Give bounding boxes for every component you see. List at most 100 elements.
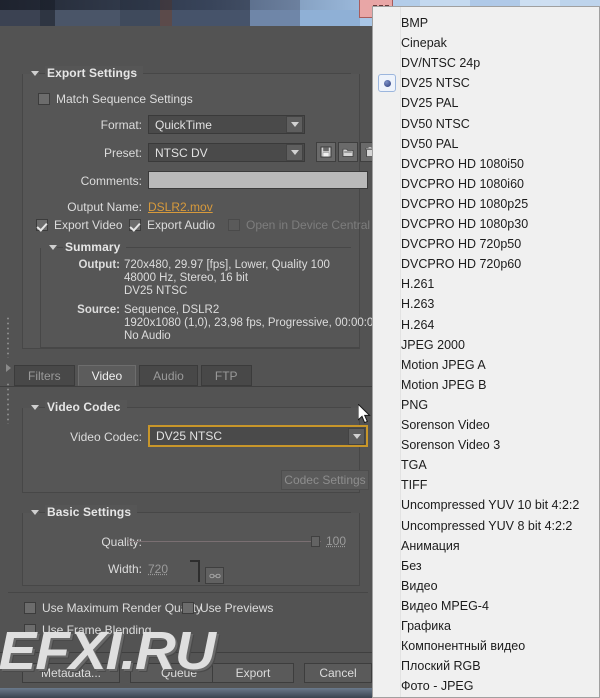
cancel-button[interactable]: Cancel	[304, 663, 372, 683]
disclosure-triangle-icon[interactable]	[31, 404, 39, 410]
video-codec-combo[interactable]: DV25 NTSC	[148, 425, 368, 447]
quality-value[interactable]: 100	[326, 534, 346, 548]
comments-input[interactable]	[148, 171, 368, 189]
codec-option[interactable]: DVCPRO HD 1080i60	[373, 173, 599, 195]
codec-settings-label: Codec Settings	[284, 473, 366, 487]
codec-option[interactable]: DVCPRO HD 720p50	[373, 233, 599, 255]
tab-ftp[interactable]: FTP	[200, 365, 252, 386]
format-label: Format:	[100, 118, 142, 132]
codec-option[interactable]: Графика	[373, 615, 599, 637]
format-chevron-down-icon[interactable]	[286, 116, 303, 133]
codec-option[interactable]: TIFF	[373, 474, 599, 496]
panel-splitter-handle[interactable]	[6, 316, 11, 431]
preset-chevron-down-icon[interactable]	[286, 144, 303, 161]
tab-audio[interactable]: Audio	[139, 365, 198, 386]
checkbox-box	[36, 219, 48, 231]
tab-filters[interactable]: Filters	[14, 365, 75, 386]
codec-option-label: Графика	[401, 619, 451, 633]
output-name-link[interactable]: DSLR2.mov	[148, 200, 213, 214]
checkbox-box	[182, 602, 194, 614]
export-video-checkbox[interactable]: Export Video	[36, 218, 123, 232]
codec-option-label: DV25 NTSC	[401, 76, 470, 91]
codec-option[interactable]: Компонентный видео	[373, 635, 599, 657]
codec-option[interactable]: Фото - JPEG	[373, 675, 599, 697]
codec-option[interactable]: PNG	[373, 394, 599, 416]
codec-option[interactable]: Sorenson Video	[373, 414, 599, 436]
codec-option[interactable]: DVCPRO HD 1080p30	[373, 213, 599, 235]
use-previews-checkbox[interactable]: Use Previews	[182, 601, 273, 615]
codec-option-label: DV50 PAL	[401, 136, 459, 151]
codec-option[interactable]: Motion JPEG A	[373, 354, 599, 376]
export-button[interactable]: Export	[212, 663, 294, 683]
codec-option-label: JPEG 2000	[401, 337, 465, 352]
summary-title: Summary	[63, 240, 127, 254]
codec-option[interactable]: JPEG 2000	[373, 334, 599, 356]
save-icon	[320, 146, 332, 158]
disclosure-triangle-icon[interactable]	[49, 244, 57, 250]
codec-option[interactable]: Видео MPEG-4	[373, 595, 599, 617]
video-codec-chevron-down-icon[interactable]	[348, 427, 365, 445]
use-frame-blending-checkbox[interactable]: Use Frame Blending	[24, 623, 151, 637]
codec-option[interactable]: DV25 PAL	[373, 92, 599, 114]
splitter-arrow-icon	[6, 364, 11, 372]
tab-video[interactable]: Video	[77, 365, 137, 386]
codec-option[interactable]: H.263	[373, 293, 599, 315]
folder-icon	[342, 148, 354, 157]
codec-option[interactable]: Motion JPEG B	[373, 374, 599, 396]
codec-option[interactable]: DV/NTSC 24p	[373, 52, 599, 74]
export-settings-group-header[interactable]: Export Settings	[31, 66, 144, 80]
codec-option-label: Анимация	[401, 538, 460, 553]
codec-option[interactable]: Видео	[373, 575, 599, 597]
import-preset-button[interactable]	[338, 142, 358, 162]
format-value: QuickTime	[155, 117, 212, 132]
codec-option[interactable]: BMP	[373, 12, 599, 34]
codec-option[interactable]: DV50 NTSC	[373, 113, 599, 135]
summary-source-line-1: Sequence, DSLR2	[124, 304, 220, 316]
codec-option[interactable]: H.261	[373, 273, 599, 295]
codec-option[interactable]: Анимация	[373, 535, 599, 557]
codec-option[interactable]: Без	[373, 555, 599, 577]
width-value[interactable]: 720	[148, 562, 168, 576]
disclosure-triangle-icon[interactable]	[31, 509, 39, 515]
slider-thumb[interactable]	[311, 536, 320, 547]
codec-option[interactable]: DVCPRO HD 1080i50	[373, 153, 599, 175]
summary-output-key: Output:	[78, 259, 120, 271]
codec-dropdown-popup[interactable]: BMP Cinepak DV/NTSC 24p DV25 NTSC DV25 PAL DV…	[372, 6, 600, 698]
disclosure-triangle-icon[interactable]	[31, 70, 39, 76]
codec-option[interactable]: TGA	[373, 454, 599, 476]
match-sequence-settings-checkbox[interactable]: Match Sequence Settings	[38, 92, 193, 106]
link-icon	[208, 573, 221, 578]
export-settings-title: Export Settings	[45, 66, 144, 80]
video-codec-group-header[interactable]: Video Codec	[31, 400, 127, 414]
aspect-link-button[interactable]	[205, 567, 224, 584]
quality-slider[interactable]	[128, 536, 321, 548]
use-maximum-render-quality-checkbox[interactable]: Use Maximum Render Quality	[24, 601, 202, 615]
export-audio-label: Export Audio	[147, 218, 216, 232]
codec-option[interactable]: DVCPRO HD 720p60	[373, 253, 599, 275]
codec-option-label: DVCPRO HD 720p60	[401, 257, 522, 272]
save-preset-button[interactable]	[316, 142, 336, 162]
metadata-button[interactable]: Metadata...	[22, 663, 120, 683]
codec-option[interactable]: DV25 NTSC	[373, 72, 599, 94]
export-video-label: Export Video	[54, 218, 123, 232]
export-audio-checkbox[interactable]: Export Audio	[129, 218, 215, 232]
codec-option[interactable]: DVCPRO HD 1080p25	[373, 193, 599, 215]
codec-option-label: Cinepak	[401, 36, 447, 51]
preset-combo[interactable]: NTSC DV	[148, 143, 305, 162]
codec-option[interactable]: Плоский RGB	[373, 655, 599, 677]
summary-group-header[interactable]: Summary	[49, 240, 127, 254]
splitter-dots-top	[6, 316, 10, 358]
codec-option[interactable]: Cinepak	[373, 32, 599, 54]
codec-option[interactable]: Sorenson Video 3	[373, 434, 599, 456]
basic-settings-group-header[interactable]: Basic Settings	[31, 505, 138, 519]
codec-option-label: Motion JPEG A	[401, 357, 486, 372]
codec-option[interactable]: Uncompressed YUV 10 bit 4:2:2	[373, 494, 599, 516]
codec-option[interactable]: H.264	[373, 314, 599, 336]
format-combo[interactable]: QuickTime	[148, 115, 305, 134]
screen: Export Settings Match Sequence Settings …	[0, 0, 600, 698]
metadata-label: Metadata...	[40, 666, 102, 680]
codec-option[interactable]: DV50 PAL	[373, 133, 599, 155]
codec-option[interactable]: Uncompressed YUV 8 bit 4:2:2	[373, 515, 599, 537]
tab-label: Audio	[153, 368, 184, 383]
codec-option-label: BMP	[401, 16, 429, 30]
